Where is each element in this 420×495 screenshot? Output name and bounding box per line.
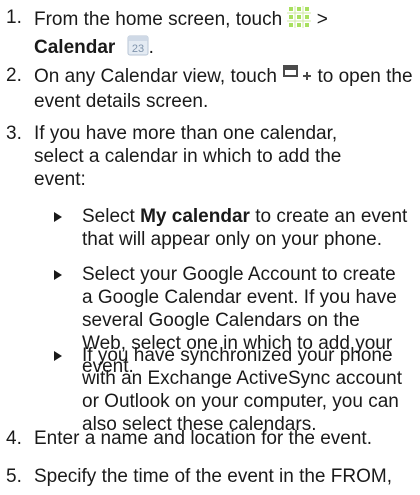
bullet-item: If you have synchronized your phone with… [34, 344, 420, 435]
step-text: On any Calendar view, touch to open the … [34, 64, 416, 113]
calendar-day-number: 23 [131, 43, 143, 55]
step-text-part: From the home screen, touch [34, 9, 283, 31]
step-number: 1. [6, 7, 22, 28]
new-event-icon [282, 64, 312, 90]
step-text-bold: Calendar [34, 37, 116, 59]
step-text-part: On any Calendar view, touch [34, 66, 277, 88]
bullet-arrow-icon [54, 270, 62, 280]
step-text: Specify the time of the event in the FRO… [34, 466, 392, 487]
step-number: 3. [6, 123, 22, 144]
calendar-app-icon: 23 [127, 34, 149, 62]
bullet-text: Select My calendar to create an event th… [82, 205, 408, 251]
all-apps-grid-icon [287, 6, 312, 34]
bullet-arrow-icon [54, 212, 62, 222]
step-text: Enter a name and location for the event. [34, 428, 372, 449]
step-5: 5. Specify the time of the event in the … [0, 465, 420, 489]
bullet-item: Select My calendar to create an event th… [34, 205, 420, 253]
instruction-page: 1. From the home screen, touch > Calenda… [0, 0, 420, 495]
bullet-text-bold: My calendar [140, 206, 250, 227]
step-4: 4. Enter a name and location for the eve… [0, 427, 420, 451]
step-1: 1. From the home screen, touch > Calenda… [0, 6, 420, 58]
step-2: 2. On any Calendar view, touch to open t… [0, 64, 420, 112]
bullet-arrow-icon [54, 351, 62, 361]
step-number: 5. [6, 466, 22, 487]
step-3: 3. If you have more than one calendar, s… [0, 122, 420, 194]
step-number: 4. [6, 428, 22, 449]
step-text: If you have more than one calendar, sele… [34, 123, 342, 190]
bullet-text: If you have synchronized your phone with… [82, 345, 403, 435]
bullet-text-part: Select [82, 206, 135, 227]
step-number: 2. [6, 65, 22, 86]
bullet-item: Select your Google Account to create a G… [34, 263, 420, 377]
step-text: From the home screen, touch > Calendar 2… [34, 6, 416, 62]
step-text-part: > [316, 9, 328, 31]
step-text-part: . [148, 37, 154, 59]
